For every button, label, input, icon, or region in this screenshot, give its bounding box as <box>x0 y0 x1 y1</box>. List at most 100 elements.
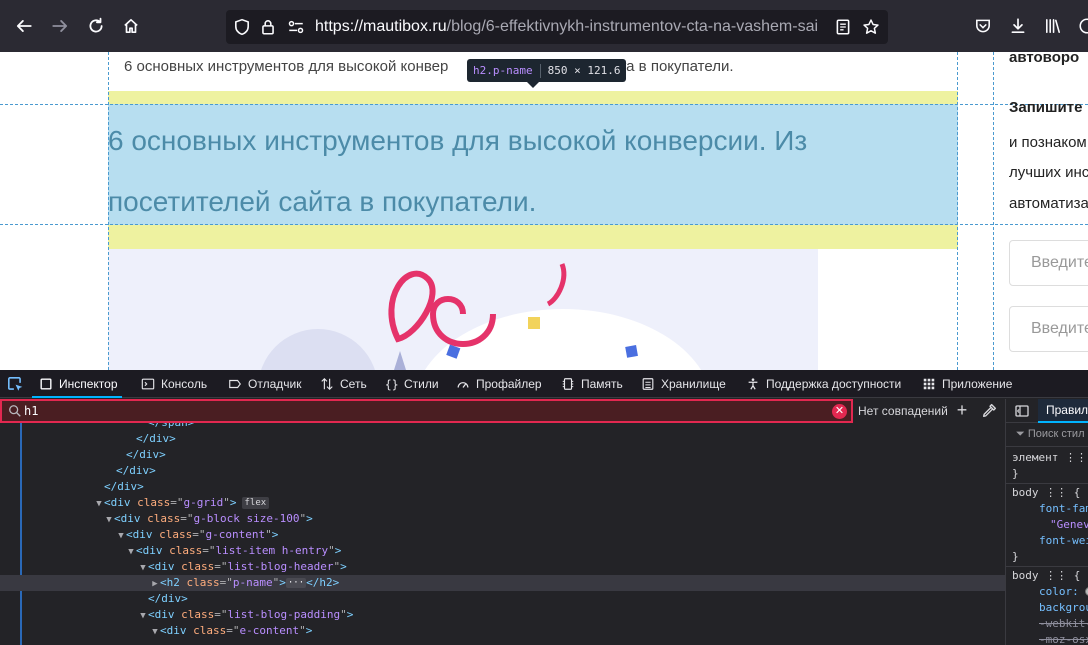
element-picker-icon[interactable] <box>6 375 24 393</box>
markup-node[interactable]: ▶ <h2 class="p-name"> ··· </h2> <box>0 575 1005 591</box>
rule-declaration[interactable]: font-fam <box>1006 501 1088 517</box>
element-tooltip: h2.p-name 850 × 121.6 <box>467 59 627 82</box>
reader-view-icon[interactable] <box>834 18 852 36</box>
library-button[interactable] <box>1038 11 1068 41</box>
back-button[interactable] <box>9 11 39 41</box>
grid-icon[interactable]: ⋮⋮ <box>1045 569 1067 582</box>
clear-search-icon[interactable]: ✕ <box>832 404 847 419</box>
collapse-twisty-icon[interactable]: ▼ <box>138 560 148 576</box>
collapse-twisty-icon[interactable]: ▼ <box>150 624 160 640</box>
pocket-icon <box>976 19 990 33</box>
toggle-sidebar-icon[interactable] <box>1014 403 1030 419</box>
eyedropper-icon[interactable] <box>981 402 998 419</box>
collapse-twisty-icon[interactable]: ▼ <box>138 608 148 624</box>
markup-node[interactable]: ▼ <div class="list-blog-padding"> <box>0 607 1005 623</box>
home-button[interactable] <box>116 11 146 41</box>
attr-value: g-grid <box>183 496 224 509</box>
tab-rules[interactable]: Правил <box>1038 399 1088 423</box>
markup-search-input[interactable]: h1 ✕ <box>0 399 853 423</box>
flex-badge[interactable]: flex <box>241 497 270 509</box>
permissions-icon[interactable] <box>287 18 305 36</box>
page-breadcrumb[interactable]: 6 основных инструментов для высокой конв… <box>124 58 734 75</box>
sidebar-input-1[interactable]: Введите <box>1009 240 1088 286</box>
tag-text: " <box>223 496 230 509</box>
rule-declaration[interactable]: -moz-osx <box>1006 632 1088 645</box>
filter-styles-input[interactable]: ⏷ Поиск стил <box>1006 423 1088 447</box>
accessibility-icon <box>745 376 761 392</box>
markup-closing-tag[interactable]: </div> <box>0 431 1005 447</box>
markup-closing-tag[interactable]: </div> <box>0 447 1005 463</box>
attr-value: list-blog-padding <box>227 608 341 621</box>
markup-node[interactable]: ▼ <div class="g-block size-100"> <box>0 511 1005 527</box>
bookmark-star-icon[interactable] <box>862 18 880 36</box>
markup-node[interactable]: ▼ <div class="list-item h-entry"> <box>0 543 1005 559</box>
markup-closing-tag[interactable]: </div> <box>0 479 1005 495</box>
tag-text: =" <box>219 576 233 589</box>
markup-closing-tag[interactable]: </div> <box>0 463 1005 479</box>
rule-divider <box>1006 566 1088 567</box>
tab-memory[interactable]: Память <box>560 370 623 398</box>
rule-declaration[interactable]: backgrou <box>1006 600 1088 616</box>
tab-accessibility[interactable]: Поддержка доступности <box>745 370 901 398</box>
markup-node[interactable]: ▼ <div class="g-content"> <box>0 527 1005 543</box>
collapse-twisty-icon[interactable]: ▼ <box>94 496 104 512</box>
attr-value: p-name <box>232 576 273 589</box>
rule-declaration[interactable]: color: <box>1006 584 1088 600</box>
rule-divider <box>1006 483 1088 484</box>
url-text[interactable]: https://mautibox.ru/blog/6-effektivnykh-… <box>315 18 827 36</box>
search-result-status: Нет совпадений <box>858 404 948 418</box>
account-button[interactable] <box>1072 11 1088 41</box>
markup-node[interactable]: ▼ <div class="list-blog-header"> <box>0 559 1005 575</box>
rule-element[interactable]: элемент ⋮⋮ { <box>1006 450 1088 466</box>
rule-body-2[interactable]: body ⋮⋮ { <box>1006 568 1088 584</box>
sidebar-input-2[interactable]: Введите <box>1009 306 1088 352</box>
tag-text: > <box>271 528 279 541</box>
rule-value[interactable]: "Genev <box>1006 517 1088 533</box>
markup-closing-tag[interactable]: </div> <box>0 591 1005 607</box>
forward-button[interactable] <box>45 11 75 41</box>
article-illustration <box>108 249 818 370</box>
tag-text: =" <box>192 528 206 541</box>
tab-profiler[interactable]: Профайлер <box>455 370 542 398</box>
collapse-twisty-icon[interactable]: ▼ <box>104 512 114 528</box>
tab-network[interactable]: Сеть <box>319 370 367 398</box>
expand-twisty-icon[interactable]: ▶ <box>150 576 160 592</box>
browser-toolbar: https://mautibox.ru/blog/6-effektivnykh-… <box>0 0 1088 52</box>
markup-view[interactable]: </span></div></div></div></div>▼<div cla… <box>0 423 1005 645</box>
tab-console[interactable]: Консоль <box>140 370 207 398</box>
tab-debugger[interactable]: Отладчик <box>227 370 301 398</box>
markup-closing-tag[interactable]: </span> <box>0 423 1005 431</box>
search-value: h1 <box>24 404 39 418</box>
attr-value: e-content <box>239 624 300 637</box>
library-icon <box>1046 19 1060 33</box>
markup-node[interactable]: ▼ <div class="g-grid"> flex <box>0 495 1005 511</box>
shield-icon[interactable] <box>233 18 251 36</box>
tab-inspector[interactable]: Инспектор <box>32 370 122 398</box>
reload-button[interactable] <box>81 11 111 41</box>
rule-value-text: "Genev <box>1050 518 1088 531</box>
rule-body-1[interactable]: body ⋮⋮ { <box>1006 485 1088 501</box>
pocket-button[interactable] <box>968 11 998 41</box>
collapsed-content-icon[interactable]: ··· <box>285 578 307 588</box>
tag-text: " <box>328 544 335 557</box>
url-bar[interactable]: https://mautibox.ru/blog/6-effektivnykh-… <box>226 10 888 44</box>
rule-declaration[interactable]: font-wei <box>1006 533 1088 549</box>
collapse-twisty-icon[interactable]: ▼ <box>116 528 126 544</box>
rule-declaration[interactable]: -webkit- <box>1006 616 1088 632</box>
tab-storage[interactable]: Хранилище <box>640 370 726 398</box>
add-node-button[interactable]: + <box>953 401 971 419</box>
grid-icon[interactable]: ⋮⋮ <box>1045 486 1067 499</box>
rule-property-overridden: -moz-osx <box>1039 633 1088 645</box>
tab-style-editor[interactable]: {} Стили <box>383 370 439 398</box>
grid-icon[interactable]: ⋮⋮ <box>1065 451 1087 464</box>
tag-text: <div <box>160 624 194 637</box>
collapse-twisty-icon[interactable]: ▼ <box>126 544 136 560</box>
search-icon <box>9 405 21 417</box>
tag-text: </span> <box>148 423 194 429</box>
rule-property-overridden: -webkit- <box>1039 617 1088 630</box>
tab-application[interactable]: Приложение <box>921 370 1012 398</box>
downloads-button[interactable] <box>1003 11 1033 41</box>
article-heading[interactable]: 6 основных инструментов для высокой конв… <box>108 110 888 232</box>
lock-icon[interactable] <box>259 18 277 36</box>
markup-node[interactable]: ▼ <div class="e-content"> <box>0 623 1005 639</box>
